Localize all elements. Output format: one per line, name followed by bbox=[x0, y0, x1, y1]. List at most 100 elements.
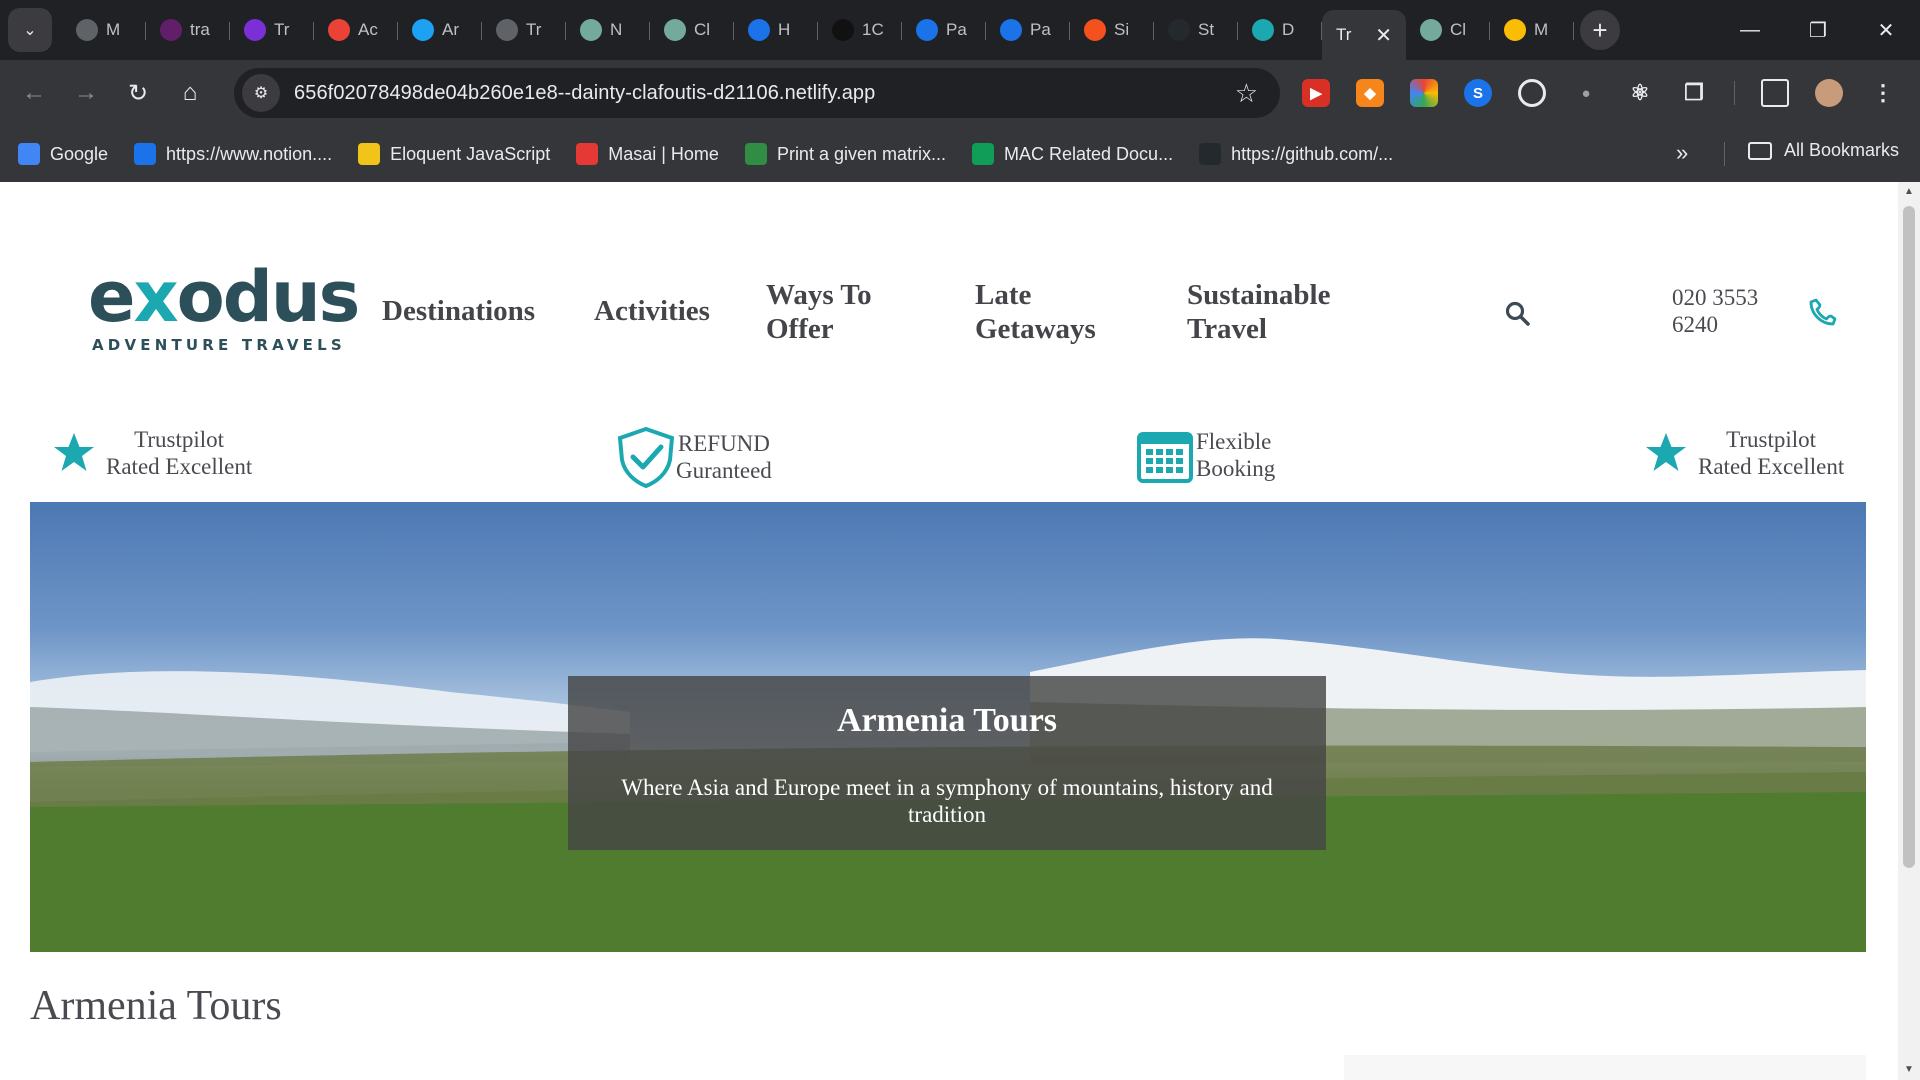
nav-late-getaways[interactable]: Late Getaways bbox=[975, 278, 1115, 346]
browser-tab[interactable]: St bbox=[1154, 8, 1238, 52]
browser-tab[interactable]: Cl bbox=[650, 8, 734, 52]
browser-tab[interactable]: Ac bbox=[314, 8, 398, 52]
phone-icon[interactable] bbox=[1804, 295, 1838, 329]
tab-search-button[interactable]: ⌄ bbox=[8, 8, 52, 52]
react-devtools-icon[interactable]: ⚛ bbox=[1626, 79, 1654, 107]
scroll-up-icon[interactable]: ▲ bbox=[1903, 186, 1915, 198]
browser-tab[interactable]: Ar bbox=[398, 8, 482, 52]
slack-icon bbox=[160, 19, 182, 41]
hero-title: Armenia Tours bbox=[836, 702, 1058, 739]
bookmark-label: MAC Related Docu... bbox=[1004, 143, 1174, 164]
home-button[interactable]: ⌂ bbox=[170, 73, 210, 113]
forward-button[interactable]: → bbox=[66, 73, 106, 113]
browser-tab[interactable]: M bbox=[1490, 8, 1574, 52]
gfg-icon bbox=[744, 143, 767, 165]
monitor-icon bbox=[134, 143, 157, 165]
tab-label: M bbox=[1534, 20, 1549, 39]
bookmark-list: Google https://www.notion.... Eloquent Jav… bbox=[0, 143, 1393, 165]
all-bookmarks-button[interactable]: All Bookmarks bbox=[1748, 140, 1899, 161]
bookmark-item[interactable]: https://www.notion.... bbox=[134, 143, 332, 165]
new-tab-button[interactable]: + bbox=[1580, 10, 1620, 50]
back-button[interactable]: ← bbox=[14, 73, 54, 113]
close-window-icon[interactable]: ✕ bbox=[1852, 0, 1920, 60]
browser-tab[interactable]: 1C bbox=[818, 8, 902, 52]
bookmark-item[interactable]: https://github.com/... bbox=[1199, 143, 1393, 165]
more-bookmarks-icon[interactable]: » bbox=[1676, 140, 1688, 166]
window-controls: — ❐ ✕ bbox=[1716, 0, 1920, 60]
scroll-down-icon[interactable]: ▼ bbox=[1903, 1064, 1915, 1076]
browser-tab[interactable]: Pa bbox=[902, 8, 986, 52]
badge-line2: Booking bbox=[1196, 456, 1276, 481]
browser-tab[interactable]: M bbox=[62, 8, 146, 52]
color-picker-icon[interactable] bbox=[1410, 79, 1438, 107]
metamask-icon[interactable]: ◆ bbox=[1356, 79, 1384, 107]
extensions-bar: ▶ ◆ S ● ⚛ ❐ ⋮ bbox=[1302, 70, 1920, 116]
profile-avatar[interactable] bbox=[1815, 79, 1843, 107]
browser-tab[interactable]: tra bbox=[146, 8, 230, 52]
browser-tab[interactable]: Si bbox=[1070, 8, 1154, 52]
list-icon bbox=[244, 19, 266, 41]
folder-icon bbox=[1748, 141, 1772, 160]
target-icon[interactable] bbox=[1518, 79, 1546, 107]
url-text[interactable]: 656f02078498de04b260e1e8--dainty-clafout… bbox=[294, 82, 875, 105]
bookmark-label: Masai | Home bbox=[608, 143, 719, 164]
badge-text: REFUND Guranteed bbox=[676, 430, 772, 484]
bookmark-item[interactable]: Google bbox=[18, 143, 108, 165]
tab-label: Tr bbox=[1336, 25, 1352, 44]
tab-label: Cl bbox=[694, 20, 711, 39]
star-icon bbox=[54, 433, 94, 471]
site-info-icon[interactable]: ⚙ bbox=[242, 74, 280, 112]
browser-tab[interactable]: Tr bbox=[482, 8, 566, 52]
nav-ways-to-offer[interactable]: Ways To Offer bbox=[766, 278, 906, 346]
bookmark-star-icon[interactable]: ☆ bbox=[1235, 78, 1258, 109]
page-scrollbar[interactable]: ▲ ▼ bbox=[1898, 182, 1920, 1080]
x-icon bbox=[412, 19, 434, 41]
bulb-icon[interactable]: ● bbox=[1572, 79, 1600, 107]
code-icon bbox=[832, 19, 854, 41]
shazam-icon[interactable]: S bbox=[1464, 79, 1492, 107]
close-tab-icon[interactable]: ✕ bbox=[1375, 23, 1392, 48]
tab-strip: ⌄ Mtra Tr Ac Ar Tr N Cl H 1C Pa Pa Si St D Tr ✕ Cl M + — … bbox=[0, 0, 1920, 60]
badge-line2: Rated Excellent bbox=[1698, 454, 1845, 479]
bookmark-label: Eloquent JavaScript bbox=[390, 143, 551, 164]
menu-kebab-icon[interactable]: ⋮ bbox=[1869, 79, 1897, 107]
bookmark-item[interactable]: Eloquent JavaScript bbox=[358, 143, 550, 165]
hero-banner: Armenia Tours Where Asia and Europe meet… bbox=[30, 502, 1866, 952]
browser-tab[interactable]: Cl bbox=[1406, 8, 1490, 52]
minimize-icon[interactable]: — bbox=[1716, 0, 1784, 60]
tab-label: Ac bbox=[358, 20, 378, 39]
browser-tab[interactable]: D bbox=[1238, 8, 1322, 52]
video-extension-icon[interactable]: ▶ bbox=[1302, 79, 1330, 107]
trust-badge-flexible: Flexible Booking bbox=[1136, 426, 1275, 484]
page-title: Armenia Tours bbox=[30, 983, 282, 1029]
badge-text: Flexible Booking bbox=[1196, 428, 1275, 482]
trust-badge-trustpilot: Trustpilot Rated Excellent bbox=[52, 426, 252, 480]
tab-list: Mtra Tr Ac Ar Tr N Cl H 1C Pa Pa Si St D Tr ✕ Cl M bbox=[62, 0, 1574, 60]
bookmark-item[interactable]: Print a given matrix... bbox=[744, 143, 946, 165]
restore-icon[interactable]: ❐ bbox=[1784, 0, 1852, 60]
browser-tab[interactable]: H bbox=[734, 8, 818, 52]
browser-tab[interactable]: Tr ✕ bbox=[1322, 10, 1406, 60]
browser-tab[interactable]: Pa bbox=[986, 8, 1070, 52]
google-icon bbox=[18, 143, 40, 165]
browser-tab[interactable]: N bbox=[566, 8, 650, 52]
address-bar[interactable]: ⚙ 656f02078498de04b260e1e8--dainty-clafo… bbox=[234, 68, 1280, 118]
bookmark-item[interactable]: Masai | Home bbox=[576, 143, 719, 165]
reload-button[interactable]: ↻ bbox=[118, 73, 158, 113]
browser-tab[interactable]: Tr bbox=[230, 8, 314, 52]
side-panel-icon[interactable] bbox=[1761, 79, 1789, 107]
scroll-thumb[interactable] bbox=[1903, 206, 1915, 868]
bookmark-item[interactable]: MAC Related Docu... bbox=[972, 143, 1173, 165]
diamond-icon bbox=[1252, 19, 1274, 41]
search-icon[interactable] bbox=[1504, 300, 1532, 328]
phone-number[interactable]: 020 3553 6240 bbox=[1672, 284, 1782, 338]
nav-sustainable-travel[interactable]: Sustainable Travel bbox=[1187, 278, 1367, 346]
trust-badge-refund: REFUND Guranteed bbox=[616, 426, 772, 488]
tab-label: Tr bbox=[526, 20, 542, 39]
nav-destinations[interactable]: Destinations bbox=[382, 294, 535, 328]
nav-activities[interactable]: Activities bbox=[594, 294, 710, 328]
extensions-puzzle-icon[interactable]: ❐ bbox=[1680, 79, 1708, 107]
bookmarks-divider bbox=[1724, 142, 1725, 166]
shield-check-icon bbox=[617, 426, 675, 488]
badge-line1: Trustpilot bbox=[1726, 427, 1817, 452]
